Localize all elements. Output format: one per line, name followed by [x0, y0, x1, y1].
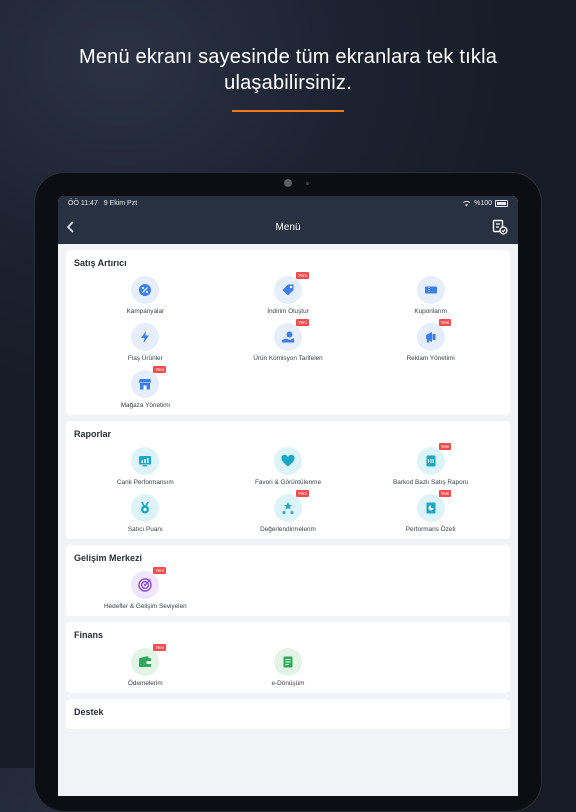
status-date: 9 Ekim Pzt	[103, 199, 138, 207]
coupon-icon	[416, 276, 445, 304]
menu-item-label: Favori & Görüntülenme	[254, 479, 322, 486]
tag-icon: Yeni	[273, 272, 309, 304]
menu-item-label: Performans Özeti	[405, 526, 456, 533]
new-badge: Yeni	[295, 490, 309, 497]
document-icon	[273, 648, 302, 676]
headline-line-1: Menü ekranı sayesinde tüm ekranlara tek …	[78, 46, 498, 68]
new-badge: Yeni	[153, 567, 166, 574]
percent-icon	[131, 276, 160, 304]
sensor-dot	[306, 182, 309, 185]
status-bar: ÖÖ 11:47 9 Ekim Pzt %100	[58, 196, 518, 210]
new-badge: Yeni	[153, 644, 166, 651]
menu-item-degerlendirmelerim[interactable]: Yeni Değerlendirmelerim	[217, 490, 360, 533]
section-title: Gelişim Merkezi	[74, 553, 143, 563]
menu-content: Satış Artırıcı Kampanyalar Yeni İndirim Olu…	[58, 244, 518, 741]
wallet-icon: Yeni	[131, 644, 166, 676]
menu-item-magaza-yonetimi[interactable]: Yeni Mağaza Yönetimi	[74, 366, 217, 409]
menu-grid: Canlı Performansım Favori & Görüntülenme Y…	[74, 443, 502, 533]
new-badge: Yeni	[295, 272, 309, 279]
menu-grid: Yeni Hedefler & Gelişim Seviyeleri	[74, 567, 502, 610]
headline-line-2: ulaşabilirsiniz.	[224, 72, 352, 94]
app-screen: ÖÖ 11:47 9 Ekim Pzt %100 Menü Satış Artı…	[58, 196, 518, 796]
section-raporlar: Raporlar Canlı Performansım Favori & Görün…	[66, 421, 510, 539]
menu-item-label: Satıcı Puanı	[127, 526, 163, 533]
menu-item-label: Değerlendirmelerim	[260, 526, 316, 533]
tablet-frame: ÖÖ 11:47 9 Ekim Pzt %100 Menü Satış Artı…	[34, 172, 542, 812]
headline: Menü ekranı sayesinde tüm ekranlara tek …	[0, 44, 576, 96]
section-title: Finans	[74, 630, 104, 640]
menu-item-label: Hedefler & Gelişim Seviyeleri	[103, 603, 187, 610]
section-finans: Finans Yeni Ödemelerim e-Dönüşüm	[66, 622, 510, 693]
menu-item-odemelerim[interactable]: Yeni Ödemelerim	[74, 644, 217, 687]
menu-item-kuponlarim[interactable]: Kuponlarım	[359, 274, 502, 315]
menu-item-hedefler-gelisim-seviyeleri[interactable]: Yeni Hedefler & Gelişim Seviyeleri	[74, 567, 217, 610]
wifi-icon	[462, 200, 471, 206]
menu-item-reklam-yonetimi[interactable]: Yeni Reklam Yönetimi	[359, 319, 502, 362]
store-icon: Yeni	[131, 366, 166, 398]
stars-icon: Yeni	[273, 490, 309, 522]
menu-item-label: Canlı Performansım	[116, 479, 174, 486]
medal-icon	[131, 494, 160, 522]
section-title: Destek	[74, 707, 104, 717]
page-title: Menü	[275, 221, 301, 233]
status-time: ÖÖ 11:47	[68, 199, 98, 207]
menu-item-label: İndirim Oluştur	[267, 308, 309, 315]
back-chevron-icon[interactable]	[64, 219, 80, 235]
section-destek: Destek	[66, 699, 510, 729]
menu-item-label: Ödemelerim	[127, 680, 163, 687]
commission-icon: Yeni	[273, 319, 309, 351]
menu-item-label: Kampanyalar	[126, 308, 165, 315]
menu-item-favori-goruntulenme[interactable]: Favori & Görüntülenme	[217, 445, 360, 486]
battery-percent: %100	[474, 199, 492, 207]
nav-bar: Menü	[58, 210, 518, 244]
monitor-chart-icon	[131, 447, 160, 475]
menu-item-label: e-Dönüşüm	[271, 680, 305, 687]
new-badge: Yeni	[295, 319, 309, 326]
new-badge: Yeni	[438, 490, 452, 497]
new-badge: Yeni	[438, 319, 452, 326]
menu-item-urun-komisyon-tarifeleri[interactable]: Yeni Ürün Komisyon Tarifeleri	[217, 319, 360, 362]
section-satis-artirici: Satış Artırıcı Kampanyalar Yeni İndirim Olu…	[66, 250, 510, 415]
camera-icon	[284, 179, 292, 187]
barcode-report-icon: Yeni	[416, 443, 452, 475]
menu-item-flas-urunler[interactable]: Flaş Ürünler	[74, 321, 217, 362]
menu-item-label: Mağaza Yönetimi	[120, 402, 170, 409]
accent-divider	[232, 110, 344, 112]
lightning-icon	[131, 323, 160, 351]
menu-item-label: Barkod Bazlı Satış Raporu	[393, 479, 469, 486]
section-gelisim-merkezi: Gelişim Merkezi Yeni Hedefler & Gelişim Se…	[66, 545, 510, 616]
menu-item-e-donusum[interactable]: e-Dönüşüm	[217, 646, 360, 687]
menu-item-label: Flaş Ürünler	[127, 355, 163, 362]
menu-item-label: Reklam Yönetimi	[406, 355, 455, 362]
new-badge: Yeni	[438, 443, 452, 450]
megaphone-icon: Yeni	[416, 319, 452, 351]
menu-grid: Yeni Ödemelerim e-Dönüşüm	[74, 644, 502, 687]
section-title: Raporlar	[74, 429, 112, 439]
menu-item-satici-puani[interactable]: Satıcı Puanı	[74, 492, 217, 533]
menu-item-performans-ozeti[interactable]: Yeni Performans Özeti	[359, 490, 502, 533]
menu-item-kampanyalar[interactable]: Kampanyalar	[74, 274, 217, 315]
section-title: Satış Artırıcı	[74, 258, 127, 268]
menu-item-label: Ürün Komisyon Tarifeleri	[253, 355, 323, 362]
menu-grid: Kampanyalar Yeni İndirim Oluştur Kuponlarım…	[74, 272, 502, 409]
heart-icon	[273, 447, 302, 475]
menu-item-indirim-olustur[interactable]: Yeni İndirim Oluştur	[217, 272, 360, 315]
menu-item-label: Kuponlarım	[414, 308, 447, 315]
target-icon: Yeni	[131, 567, 166, 599]
edit-menu-icon[interactable]	[492, 219, 508, 235]
menu-item-canli-performansim[interactable]: Canlı Performansım	[74, 445, 217, 486]
menu-item-barkod-bazli-satis-raporu[interactable]: Yeni Barkod Bazlı Satış Raporu	[359, 443, 502, 486]
new-badge: Yeni	[153, 366, 166, 373]
pie-report-icon: Yeni	[416, 490, 452, 522]
battery-icon	[495, 199, 508, 207]
